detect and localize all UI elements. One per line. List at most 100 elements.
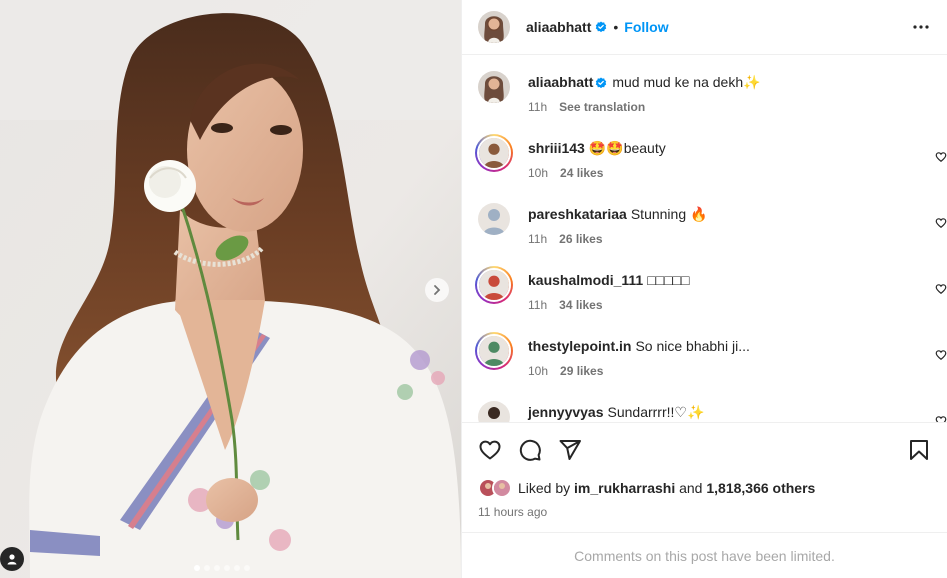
portrait-image [0, 0, 461, 578]
commenter-username[interactable]: kaushalmodi_111 [528, 272, 643, 288]
caption-author-avatar[interactable] [478, 71, 510, 103]
liked-by-prefix: Liked by [518, 480, 571, 496]
comment-like-button[interactable] [935, 216, 947, 232]
liked-by-conj: and [679, 480, 703, 496]
carousel-dot [214, 565, 220, 571]
comment-body: shriii143 🤩🤩beauty 10h 24 likes [528, 135, 666, 201]
comment-like-button[interactable] [935, 414, 947, 422]
heart-icon [479, 440, 501, 460]
heart-icon [935, 416, 947, 422]
save-button[interactable] [907, 438, 931, 462]
comment-content: □□□□□ [647, 272, 690, 288]
caption-time: 11h [528, 100, 548, 114]
carousel-dot [204, 565, 210, 571]
post-photo[interactable] [0, 0, 461, 578]
chevron-right-icon [434, 285, 441, 295]
comment-time: 11h [528, 298, 548, 312]
commenter-username[interactable]: pareshkatariaa [528, 206, 627, 222]
liked-by-user[interactable]: im_rukharrashi [574, 480, 675, 496]
author-avatar[interactable] [478, 11, 510, 43]
carousel-next-button[interactable] [425, 278, 449, 302]
like-button[interactable] [478, 438, 502, 462]
follow-button[interactable]: Follow [624, 19, 668, 35]
see-translation-link[interactable]: See translation [559, 100, 645, 114]
comment-row: kaushalmodi_111 □□□□□ 11h 34 likes [475, 266, 947, 333]
paper-plane-icon [559, 440, 581, 460]
comment-text: jennyyvyas Sundarrrr!!♡✨ [528, 403, 704, 421]
post-actions-bar [462, 422, 947, 477]
bookmark-icon [910, 440, 928, 460]
caption-username[interactable]: aliaabhatt [528, 74, 593, 90]
comment-content: 🤩🤩beauty [588, 140, 666, 156]
heart-icon [935, 350, 947, 361]
caption-body: aliaabhatt mud mud ke na dekh✨ 11h See tr… [528, 69, 761, 135]
liked-by-others[interactable]: 1,818,366 others [706, 480, 815, 496]
caption-meta: 11h See translation [528, 100, 761, 114]
comment-meta: 10h 24 likes [528, 166, 666, 180]
comment-meta: 10h 29 likes [528, 364, 750, 378]
verified-badge-icon [595, 21, 607, 33]
avatar-image [478, 203, 510, 235]
post-timestamp[interactable]: 11 hours ago [462, 505, 947, 519]
comments-limited-notice: Comments on this post have been limited. [462, 532, 947, 578]
avatar-image [478, 11, 510, 43]
caption-emoji: ✨ [743, 74, 761, 90]
comment-text: pareshkatariaa Stunning 🔥 [528, 205, 707, 223]
avatar-image [478, 401, 510, 422]
share-button[interactable] [558, 438, 582, 462]
comment-row: jennyyvyas Sundarrrr!!♡✨ [478, 399, 947, 422]
carousel-dot [224, 565, 230, 571]
comment-like-button[interactable] [935, 150, 947, 166]
comment-row: thestylepoint.in So nice bhabhi ji... 10h 2… [475, 332, 947, 399]
commenter-username[interactable]: shriii143 [528, 140, 585, 156]
comment-body: pareshkatariaa Stunning 🔥 11h 26 likes [528, 201, 707, 267]
commenter-avatar[interactable] [475, 332, 513, 370]
verified-badge-icon [595, 77, 607, 89]
caption-content: mud mud ke na dekh [612, 74, 744, 90]
comment-body: jennyyvyas Sundarrrr!!♡✨ [528, 399, 704, 422]
comments-list[interactable]: aliaabhatt mud mud ke na dekh✨ 11h See tr… [462, 55, 947, 422]
commenter-username[interactable]: jennyyvyas [528, 404, 604, 420]
comment-likes-count[interactable]: 29 likes [560, 364, 603, 378]
comment-button[interactable] [518, 438, 542, 462]
comment-likes-count[interactable]: 34 likes [559, 298, 602, 312]
commenter-avatar[interactable] [478, 401, 510, 422]
heart-icon [935, 284, 947, 295]
comment-content: So nice bhabhi ji... [635, 338, 750, 354]
author-username[interactable]: aliaabhatt [526, 19, 591, 35]
comment-text: thestylepoint.in So nice bhabhi ji... [528, 337, 750, 355]
carousel-dot [234, 565, 240, 571]
likes-summary: Liked by im_rukharrashi and 1,818,366 ot… [462, 477, 947, 499]
comment-row: shriii143 🤩🤩beauty 10h 24 likes [475, 134, 947, 201]
comment-body: kaushalmodi_111 □□□□□ 11h 34 likes [528, 267, 689, 333]
tagged-users-button[interactable] [0, 547, 24, 571]
comment-time: 11h [528, 232, 548, 246]
comment-likes-count[interactable]: 26 likes [559, 232, 602, 246]
heart-icon [935, 152, 947, 163]
comment-like-button[interactable] [935, 282, 947, 298]
avatar-image [479, 336, 509, 366]
comment-body: thestylepoint.in So nice bhabhi ji... 10h 2… [528, 333, 750, 399]
liker-avatar [492, 478, 512, 498]
more-options-icon[interactable] [909, 15, 933, 39]
commenter-avatar[interactable] [475, 266, 513, 304]
caption-text: aliaabhatt mud mud ke na dekh✨ [528, 73, 761, 91]
post-header: aliaabhatt • Follow [462, 0, 947, 55]
carousel-dot [194, 565, 200, 571]
comment-text: kaushalmodi_111 □□□□□ [528, 271, 689, 289]
comment-like-button[interactable] [935, 348, 947, 364]
avatar-image [479, 270, 509, 300]
carousel-indicator [194, 565, 250, 571]
carousel-dot [244, 565, 250, 571]
commenter-avatar[interactable] [475, 134, 513, 172]
comment-content: Stunning 🔥 [630, 206, 708, 222]
comment-content: Sundarrrr!!♡✨ [607, 404, 705, 420]
likers-avatars[interactable] [478, 478, 512, 498]
comment-likes-count[interactable]: 24 likes [560, 166, 603, 180]
commenter-avatar[interactable] [478, 203, 510, 235]
header-separator: • [613, 19, 619, 35]
commenter-username[interactable]: thestylepoint.in [528, 338, 631, 354]
avatar-image [478, 71, 510, 103]
comment-row: pareshkatariaa Stunning 🔥 11h 26 likes [478, 201, 947, 267]
comment-time: 10h [528, 166, 549, 180]
